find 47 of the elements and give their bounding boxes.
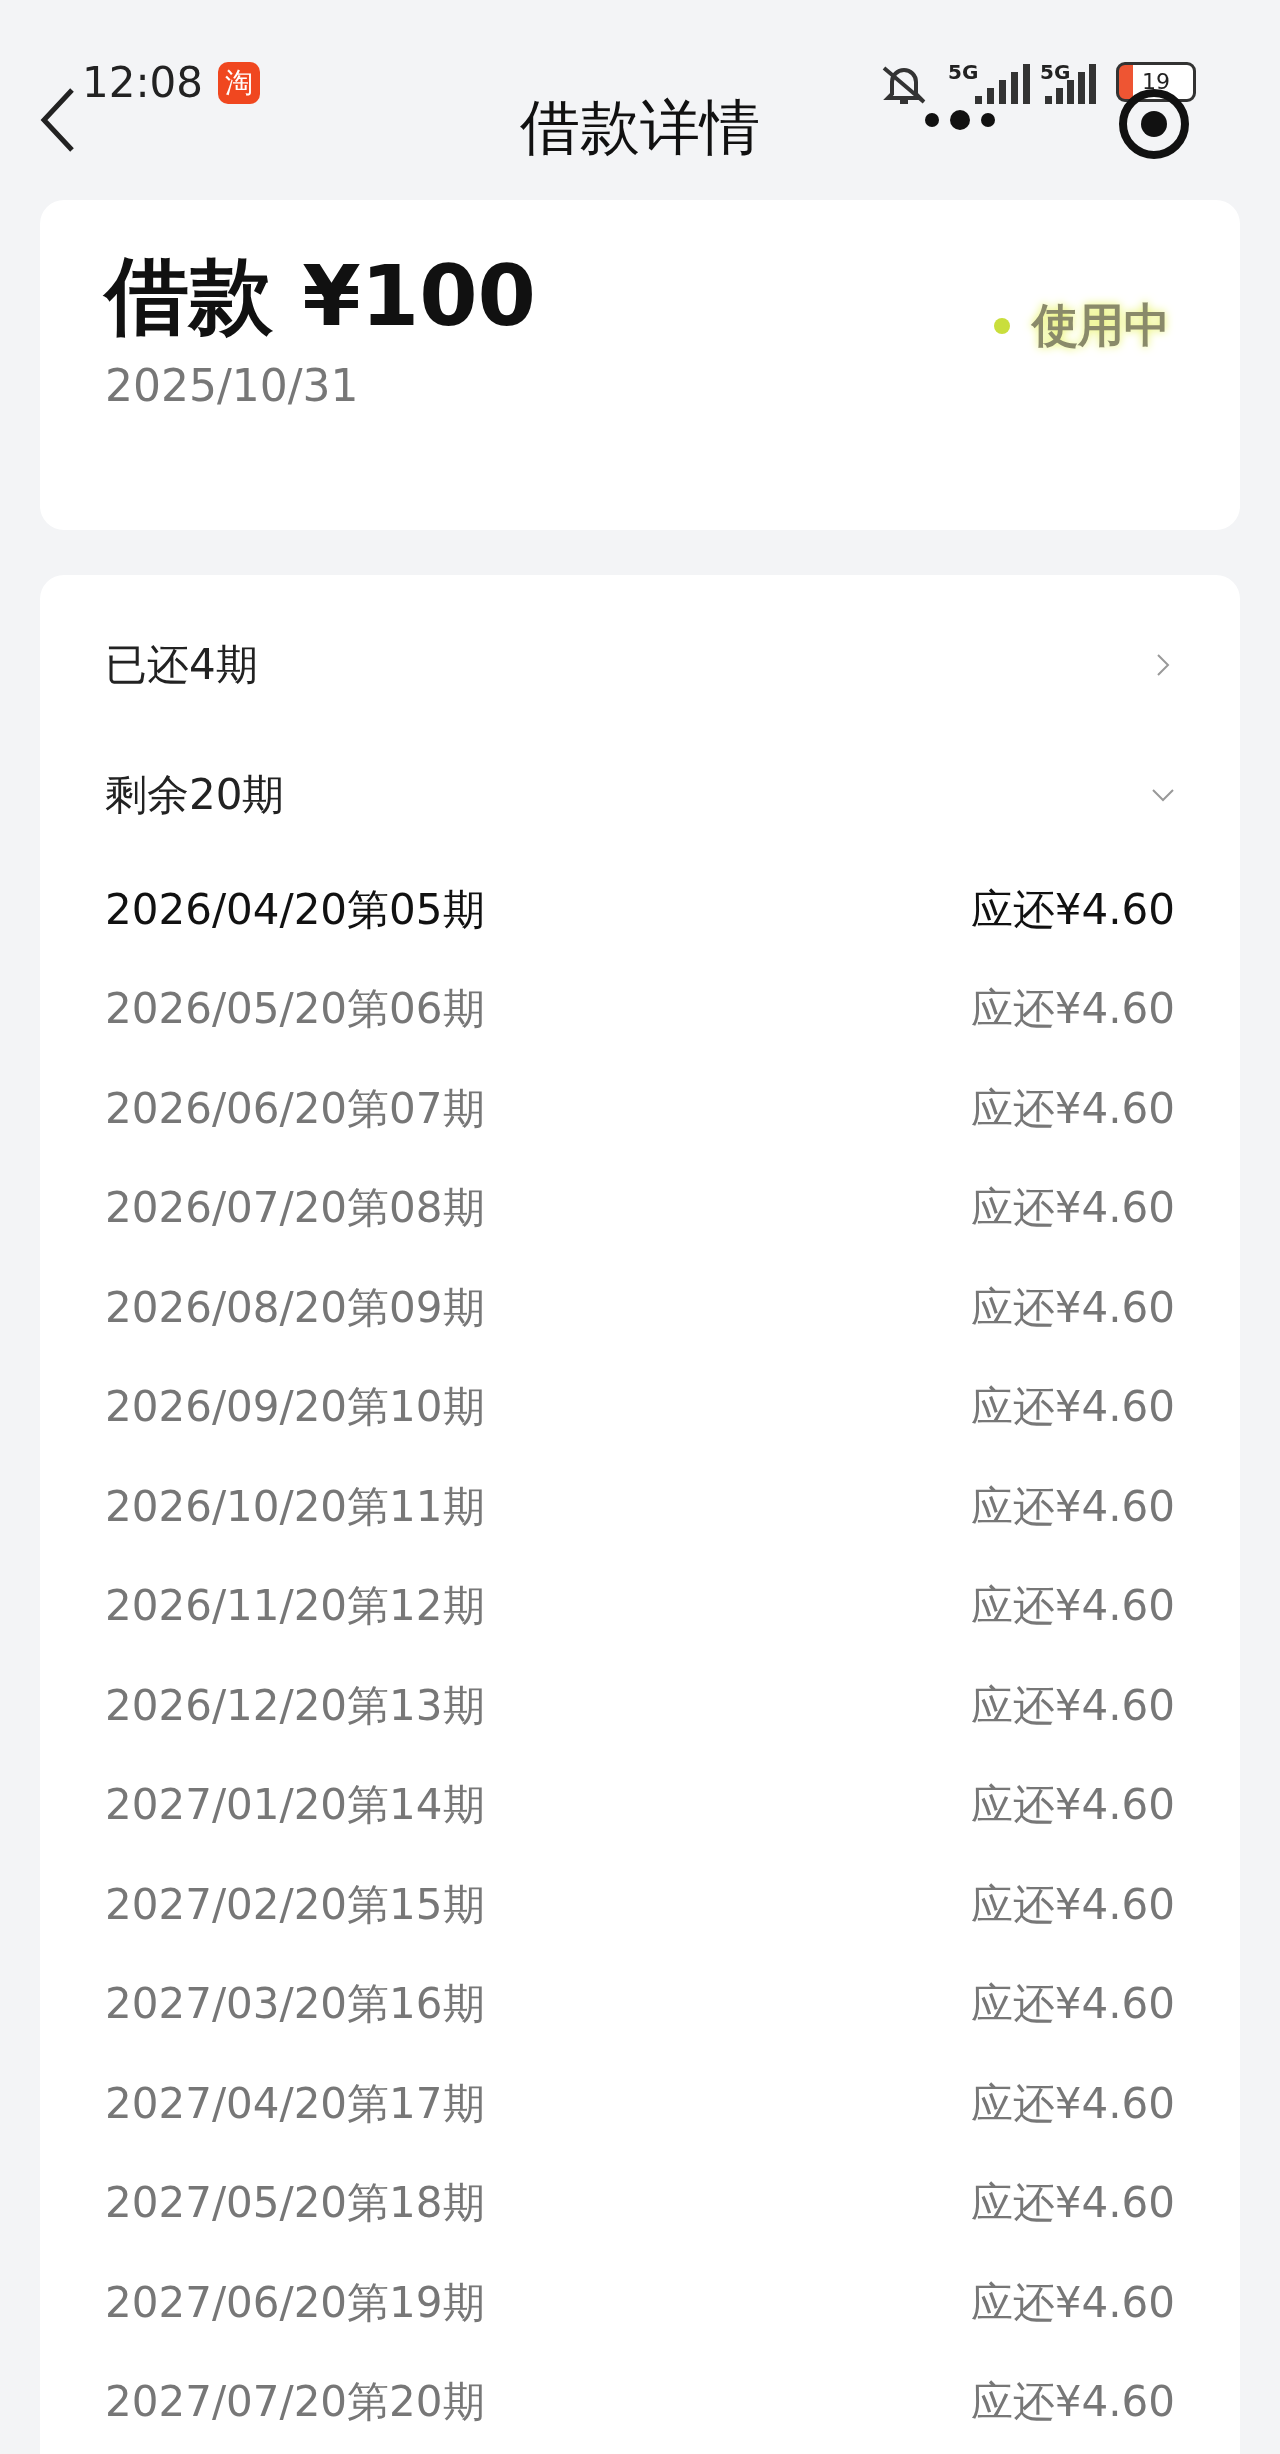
installment-date: 2027/01/20第14期: [105, 1779, 485, 1832]
status-label: 使用中: [1032, 297, 1170, 354]
installment-date: 2027/06/20第19期: [105, 2276, 485, 2329]
installment-date: 2026/10/20第11期: [105, 1480, 485, 1533]
installment-date: 2027/04/20第17期: [105, 2077, 485, 2130]
installment-amount: 应还¥4.60: [970, 883, 1175, 936]
installment-amount: 应还¥4.60: [970, 1082, 1175, 1135]
installment-amount: 应还¥4.60: [970, 1580, 1175, 1633]
installment-date: 2026/05/20第06期: [105, 983, 485, 1036]
installment-date: 2027/07/20第20期: [105, 2376, 485, 2429]
installment-date: 2026/06/20第07期: [105, 1082, 485, 1135]
installment-date: 2026/08/20第09期: [105, 1281, 485, 1334]
record-icon[interactable]: [1118, 88, 1190, 160]
installment-amount: 应还¥4.60: [970, 1480, 1175, 1533]
loan-date: 2025/10/31: [105, 360, 359, 411]
network-label: 5G: [948, 60, 979, 84]
installment-date: 2026/09/20第10期: [105, 1381, 485, 1434]
app-icon: 淘: [218, 62, 260, 104]
back-icon[interactable]: [40, 88, 76, 152]
installment-date: 2027/02/20第15期: [105, 1878, 485, 1931]
status-time: 12:08: [82, 58, 204, 107]
installment-amount: 应还¥4.60: [970, 2077, 1175, 2130]
installment-date: 2026/04/20第05期: [105, 883, 485, 936]
section-label[interactable]: 已还4期: [105, 637, 258, 693]
section-label[interactable]: 剩余20期: [105, 767, 285, 823]
loan-amount: 借款 ¥100: [105, 246, 537, 347]
network-label: 5G: [1040, 60, 1071, 84]
installment-date: 2026/12/20第13期: [105, 1679, 485, 1732]
installment-amount: 应还¥4.60: [970, 983, 1175, 1036]
installment-amount: 应还¥4.60: [970, 2376, 1175, 2429]
installment-date: 2027/05/20第18期: [105, 2177, 485, 2230]
page-title: 借款详情: [520, 91, 760, 164]
installment-amount: 应还¥4.60: [970, 1878, 1175, 1931]
installment-date: 2026/07/20第08期: [105, 1182, 485, 1235]
installment-date: 2026/11/20第12期: [105, 1580, 485, 1633]
installment-amount: 应还¥4.60: [970, 1679, 1175, 1732]
installment-date: 2027/03/20第16期: [105, 1978, 485, 2031]
installment-amount: 应还¥4.60: [970, 2276, 1175, 2329]
mute-icon: [880, 64, 928, 106]
installment-amount: 应还¥4.60: [970, 1281, 1175, 1334]
installment-amount: 应还¥4.60: [970, 1182, 1175, 1235]
installment-amount: 应还¥4.60: [970, 1978, 1175, 2031]
installment-amount: 应还¥4.60: [970, 1779, 1175, 1832]
status-dot: [994, 318, 1010, 334]
installment-amount: 应还¥4.60: [970, 1381, 1175, 1434]
more-icon[interactable]: [922, 108, 998, 132]
installment-amount: 应还¥4.60: [970, 2177, 1175, 2230]
